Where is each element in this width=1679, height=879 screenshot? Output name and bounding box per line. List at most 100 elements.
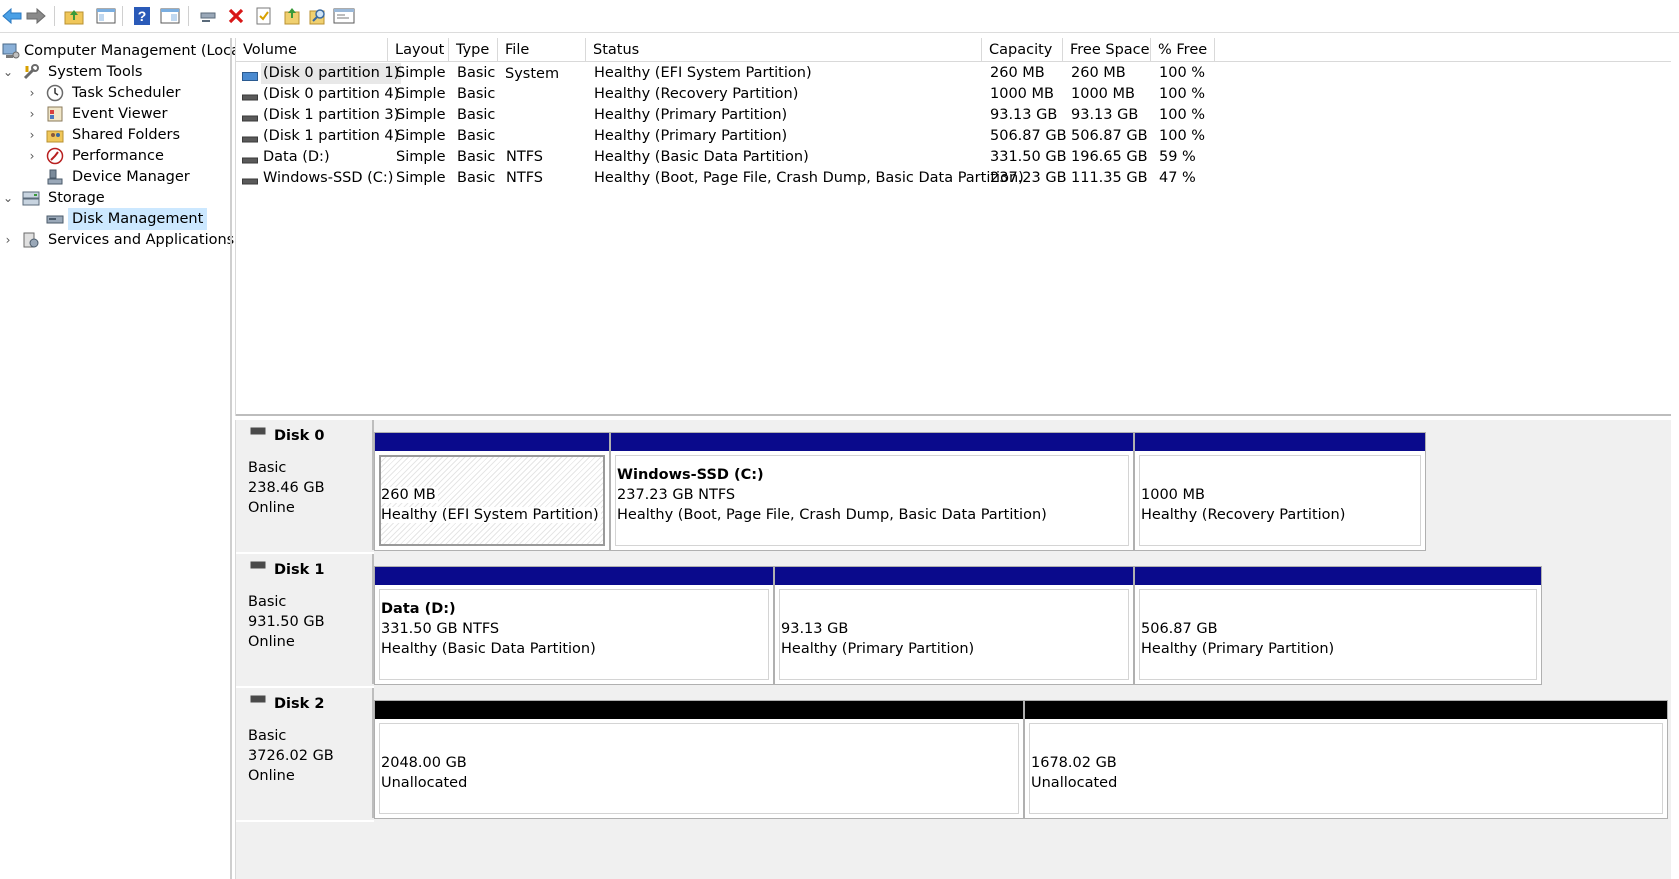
partition-size: 237.23 GB NTFS bbox=[617, 487, 736, 503]
up-folder-icon[interactable] bbox=[62, 4, 86, 28]
partition-disk1-p3[interactable]: 93.13 GB Healthy (Primary Partition) bbox=[774, 566, 1134, 685]
collapse-chevron-icon[interactable]: ⌄ bbox=[2, 187, 14, 209]
disk-label-disk-0[interactable]: Disk 0 Basic 238.46 GB Online bbox=[236, 420, 374, 550]
column-header-capacity[interactable]: Capacity bbox=[982, 38, 1063, 61]
cell-capacity: 237.23 GB bbox=[990, 170, 1067, 186]
cell-volume: (Disk 1 partition 3) bbox=[263, 107, 400, 123]
cell-capacity: 1000 MB bbox=[990, 86, 1054, 102]
storage-icon bbox=[22, 189, 40, 207]
column-header-free-space[interactable]: Free Space bbox=[1063, 38, 1151, 61]
cell-free-space: 93.13 GB bbox=[1071, 107, 1139, 123]
back-icon[interactable] bbox=[0, 4, 24, 28]
partition-windows-ssd[interactable]: Windows-SSD (C:) 237.23 GB NTFS Healthy … bbox=[610, 432, 1134, 551]
list-header: Volume Layout Type File System Status Ca… bbox=[236, 38, 1671, 82]
show-hide-tree-icon[interactable] bbox=[94, 4, 118, 28]
list-divider[interactable] bbox=[236, 414, 1671, 416]
disk-label-disk-1[interactable]: Disk 1 Basic 931.50 GB Online bbox=[236, 554, 374, 684]
volume-icon bbox=[242, 174, 258, 185]
tree-label: Services and Applications bbox=[48, 232, 235, 248]
cell-status: Healthy (Boot, Page File, Crash Dump, Ba… bbox=[594, 170, 1024, 186]
disk-status: Online bbox=[248, 634, 295, 650]
expand-chevron-icon[interactable]: › bbox=[26, 103, 38, 125]
partition-status: Unallocated bbox=[1031, 775, 1118, 791]
disk-name: Disk 0 bbox=[274, 428, 325, 444]
volume-row[interactable]: Windows-SSD (C:) Simple Basic NTFS Healt… bbox=[236, 168, 1671, 189]
disk-size: 931.50 GB bbox=[248, 614, 325, 630]
column-header-status[interactable]: Status bbox=[586, 38, 982, 61]
partition-disk1-p4[interactable]: 506.87 GB Healthy (Primary Partition) bbox=[1134, 566, 1542, 685]
column-header-layout[interactable]: Layout bbox=[388, 38, 449, 61]
properties-icon[interactable] bbox=[252, 4, 276, 28]
console-icon[interactable] bbox=[332, 4, 356, 28]
cell-layout: Simple bbox=[396, 65, 446, 81]
partition-size: 506.87 GB bbox=[1141, 621, 1218, 637]
cell-type: Basic bbox=[457, 149, 496, 165]
import-icon[interactable] bbox=[280, 4, 304, 28]
properties-pane-icon[interactable] bbox=[158, 4, 182, 28]
toolbar: ? bbox=[0, 0, 1679, 33]
volume-row[interactable]: Data (D:) Simple Basic NTFS Healthy (Bas… bbox=[236, 147, 1671, 168]
cell-percent-free: 100 % bbox=[1159, 107, 1206, 123]
expand-chevron-icon[interactable]: › bbox=[26, 82, 38, 104]
event-viewer-icon bbox=[46, 105, 64, 123]
search-icon[interactable] bbox=[306, 4, 330, 28]
column-header-type[interactable]: Type bbox=[449, 38, 498, 61]
cell-free-space: 506.87 GB bbox=[1071, 128, 1148, 144]
tree-label: Performance bbox=[72, 148, 164, 164]
volume-row[interactable]: (Disk 0 partition 4) Simple Basic Health… bbox=[236, 84, 1671, 105]
disk-label-disk-2[interactable]: Disk 2 Basic 3726.02 GB Online bbox=[236, 688, 374, 818]
collapse-chevron-icon[interactable]: ⌄ bbox=[2, 61, 14, 83]
cell-status: Healthy (EFI System Partition) bbox=[594, 65, 812, 81]
disk-icon bbox=[250, 691, 266, 703]
column-header-percent-free[interactable]: % Free bbox=[1151, 38, 1215, 61]
services-icon bbox=[22, 231, 40, 249]
partition-unallocated-1[interactable]: 2048.00 GB Unallocated bbox=[374, 700, 1024, 819]
volume-row[interactable]: (Disk 1 partition 4) Simple Basic Health… bbox=[236, 126, 1671, 147]
cell-status: Healthy (Recovery Partition) bbox=[594, 86, 799, 102]
volume-icon bbox=[242, 90, 258, 101]
delete-icon[interactable] bbox=[224, 4, 248, 28]
volume-row[interactable]: (Disk 0 partition 1) Simple Basic Health… bbox=[236, 63, 1671, 84]
pane-splitter[interactable] bbox=[230, 38, 232, 879]
cell-free-space: 1000 MB bbox=[1071, 86, 1135, 102]
cell-free-space: 260 MB bbox=[1071, 65, 1126, 81]
disk-icon bbox=[250, 423, 266, 435]
partition-recovery[interactable]: 1000 MB Healthy (Recovery Partition) bbox=[1134, 432, 1426, 551]
partition-title: Windows-SSD (C:) bbox=[617, 467, 764, 483]
help-icon[interactable]: ? bbox=[130, 4, 154, 28]
connect-icon[interactable] bbox=[196, 4, 220, 28]
expand-chevron-icon[interactable]: › bbox=[26, 145, 38, 167]
partition-size: 1000 MB bbox=[1141, 487, 1205, 503]
console-tree: Computer Management (Local) ⌄ System Too… bbox=[0, 38, 250, 879]
partition-status: Unallocated bbox=[381, 775, 468, 791]
partition-bar bbox=[375, 567, 773, 585]
partition-data-d[interactable]: Data (D:) 331.50 GB NTFS Healthy (Basic … bbox=[374, 566, 774, 685]
volume-row[interactable]: (Disk 1 partition 3) Simple Basic Health… bbox=[236, 105, 1671, 126]
volume-icon bbox=[242, 153, 258, 164]
column-header-volume[interactable]: Volume bbox=[236, 38, 388, 61]
forward-icon[interactable] bbox=[24, 4, 48, 28]
cell-free-space: 196.65 GB bbox=[1071, 149, 1148, 165]
disk-name: Disk 2 bbox=[274, 696, 325, 712]
disk-size: 238.46 GB bbox=[248, 480, 325, 496]
cell-free-space: 111.35 GB bbox=[1071, 170, 1148, 186]
tree-label: System Tools bbox=[48, 64, 143, 80]
expand-chevron-icon[interactable]: › bbox=[2, 229, 14, 251]
disk-size: 3726.02 GB bbox=[248, 748, 334, 764]
vertical-scrollbar[interactable] bbox=[1672, 38, 1679, 879]
column-header-file-system[interactable]: File System bbox=[498, 38, 586, 82]
clock-icon bbox=[46, 84, 64, 102]
cell-volume: Data (D:) bbox=[263, 149, 330, 165]
cell-volume: Windows-SSD (C:) bbox=[263, 170, 394, 186]
partition-efi[interactable]: 260 MB Healthy (EFI System Partition) bbox=[374, 432, 610, 551]
expand-chevron-icon[interactable]: › bbox=[26, 124, 38, 146]
volume-icon bbox=[242, 132, 258, 143]
volume-icon bbox=[242, 69, 258, 81]
disk-type: Basic bbox=[248, 594, 287, 610]
disk-icon bbox=[250, 557, 266, 569]
partition-bar bbox=[1135, 567, 1541, 585]
tree-label: Event Viewer bbox=[72, 106, 168, 122]
partition-unallocated-2[interactable]: 1678.02 GB Unallocated bbox=[1024, 700, 1668, 819]
system-tools-icon bbox=[22, 63, 40, 81]
cell-file-system: NTFS bbox=[506, 170, 543, 186]
